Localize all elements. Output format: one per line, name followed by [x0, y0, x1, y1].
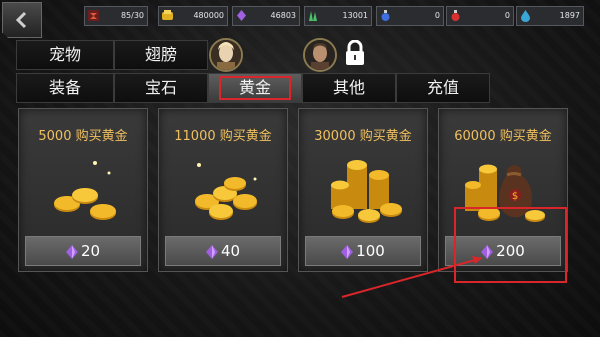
annotation-arrow: [341, 256, 483, 298]
